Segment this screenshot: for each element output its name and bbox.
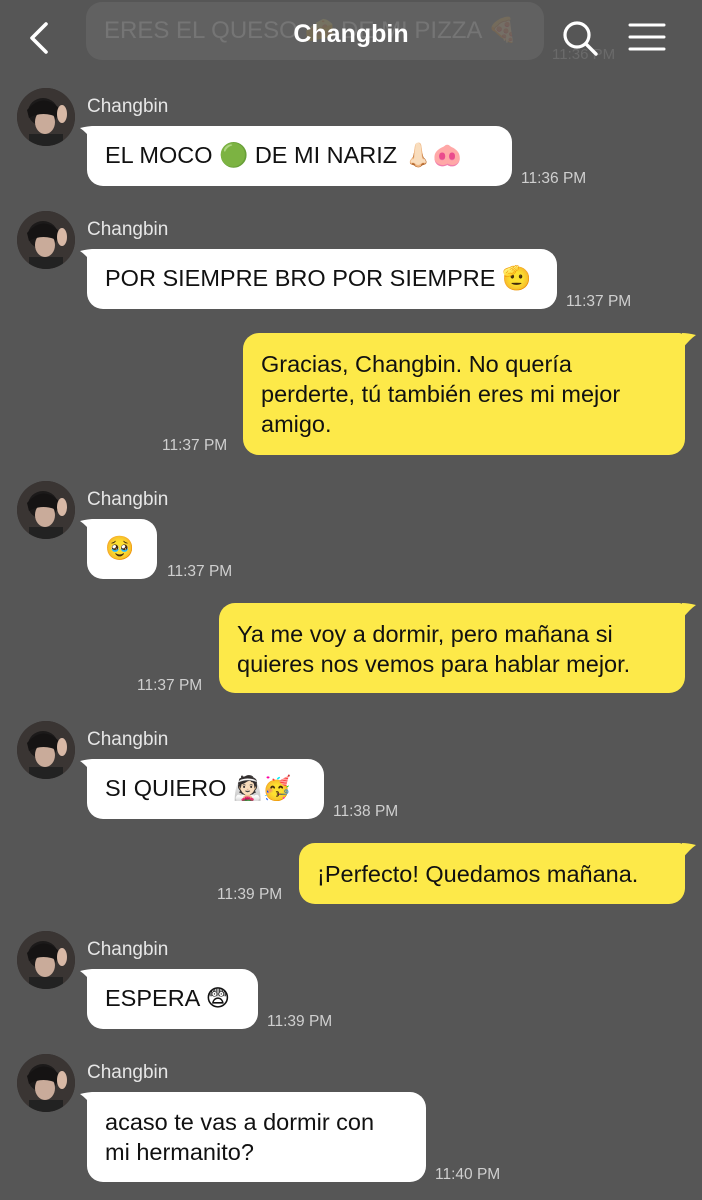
sender-name: Changbin <box>87 96 169 117</box>
profile-photo-icon <box>17 481 75 539</box>
message-time: 11:39 PM <box>217 886 283 903</box>
avatar[interactable] <box>17 481 75 539</box>
message-bubble-outgoing[interactable]: Gracias, Changbin. No quería perderte, t… <box>243 333 685 455</box>
message-bubble-incoming[interactable]: EL MOCO 🟢 DE MI NARIZ 👃🏻🐽 <box>87 126 512 186</box>
message-time: 11:37 PM <box>167 563 233 580</box>
message-text: POR SIEMPRE BRO POR SIEMPRE 🫡 <box>105 265 532 291</box>
message-text-line: mi hermanito? <box>105 1139 254 1165</box>
sender-name: Changbin <box>87 939 169 960</box>
message-text-line: Gracias, Changbin. No quería <box>261 351 572 377</box>
message-text: SI QUIERO 👰🏻🥳 <box>105 775 292 801</box>
sender-name: Changbin <box>87 1062 169 1083</box>
message-time: 11:39 PM <box>267 1013 333 1030</box>
avatar[interactable] <box>17 931 75 989</box>
message-bubble-incoming[interactable]: SI QUIERO 👰🏻🥳 <box>87 759 324 819</box>
profile-photo-icon <box>17 88 75 146</box>
message-time: 11:37 PM <box>137 677 203 694</box>
avatar[interactable] <box>17 211 75 269</box>
message-text: EL MOCO 🟢 DE MI NARIZ 👃🏻🐽 <box>105 142 463 168</box>
chat-header: ERES EL QUESO 🧀 DE MI PIZZA 🍕 11:36 PM C… <box>0 0 702 80</box>
message-bubble-outgoing[interactable]: Ya me voy a dormir, pero mañana si quier… <box>219 603 685 693</box>
message-time: 11:37 PM <box>162 437 228 454</box>
back-arrow-icon[interactable] <box>26 18 56 58</box>
message-text-line: quieres nos vemos para hablar mejor. <box>237 651 631 677</box>
avatar[interactable] <box>17 88 75 146</box>
avatar[interactable] <box>17 1054 75 1112</box>
search-icon[interactable] <box>560 18 600 58</box>
message-text-line: Ya me voy a dormir, pero mañana si <box>237 621 613 647</box>
message-time: 11:36 PM <box>521 170 587 187</box>
message-text: ESPERA 😨 <box>105 985 231 1011</box>
profile-photo-icon <box>17 721 75 779</box>
message-text: 🥹 <box>105 535 135 561</box>
message-bubble-incoming[interactable]: ESPERA 😨 <box>87 969 258 1029</box>
avatar[interactable] <box>17 721 75 779</box>
sender-name: Changbin <box>87 729 169 750</box>
profile-photo-icon <box>17 1054 75 1112</box>
message-text-line: amigo. <box>261 411 332 437</box>
sender-name: Changbin <box>87 489 169 510</box>
message-text-line: acaso te vas a dormir con <box>105 1109 375 1135</box>
message-text-line: perderte, tú también eres mi mejor <box>261 381 621 407</box>
profile-photo-icon <box>17 931 75 989</box>
profile-photo-icon <box>17 211 75 269</box>
message-bubble-outgoing[interactable]: ¡Perfecto! Quedamos mañana. <box>299 843 685 904</box>
sender-name: Changbin <box>87 219 169 240</box>
message-time: 11:37 PM <box>566 293 632 310</box>
pinned-message-preview[interactable]: ERES EL QUESO 🧀 DE MI PIZZA 🍕 <box>86 2 544 60</box>
message-time: 11:38 PM <box>333 803 399 820</box>
message-bubble-incoming[interactable]: POR SIEMPRE BRO POR SIEMPRE 🫡 <box>87 249 557 309</box>
message-text-line: ¡Perfecto! Quedamos mañana. <box>317 861 639 887</box>
message-bubble-incoming[interactable]: acaso te vas a dormir con mi hermanito? <box>87 1092 426 1182</box>
message-bubble-incoming[interactable]: 🥹 <box>87 519 157 579</box>
message-time: 11:40 PM <box>435 1166 501 1183</box>
menu-icon[interactable] <box>628 22 666 52</box>
